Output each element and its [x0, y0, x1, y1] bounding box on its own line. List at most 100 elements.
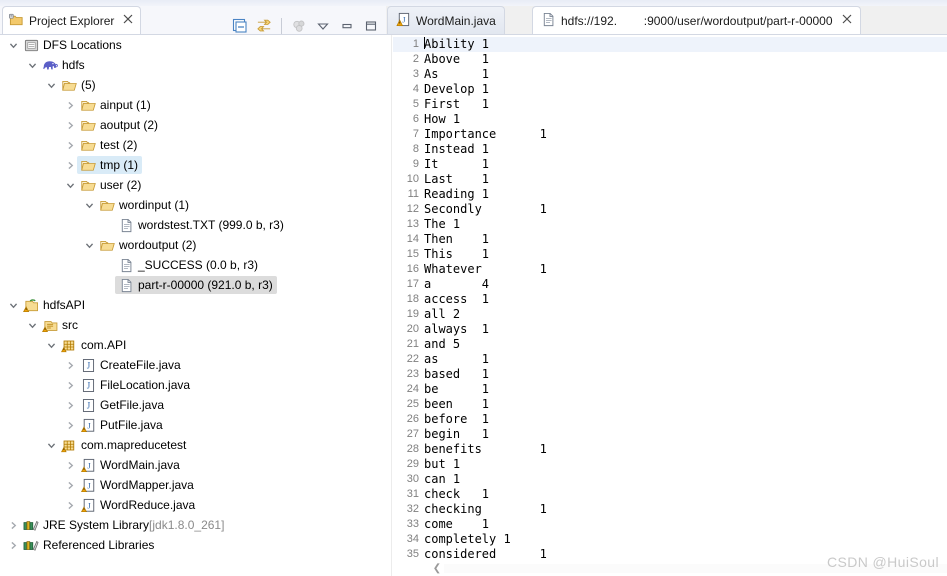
- close-icon[interactable]: [123, 14, 133, 27]
- editor-line[interactable]: 27 begin 1: [393, 427, 947, 442]
- editor-line[interactable]: 18 access 1: [393, 292, 947, 307]
- tree-item-content[interactable]: com.mapreducetest: [58, 436, 190, 454]
- tree-item[interactable]: J FileLocation.java: [0, 375, 386, 395]
- tree-item-content[interactable]: Referenced Libraries: [20, 536, 158, 554]
- tab-wordmain-java[interactable]: J WordMain.java: [387, 6, 505, 34]
- editor-line[interactable]: 9 It 1: [393, 157, 947, 172]
- tree-item-content[interactable]: src: [39, 316, 82, 334]
- tree-item[interactable]: Referenced Libraries: [0, 535, 386, 555]
- tree-item-content[interactable]: user (2): [77, 176, 145, 194]
- scroll-left-icon[interactable]: ❮: [430, 561, 444, 576]
- tree-item-content[interactable]: J CreateFile.java: [77, 356, 185, 374]
- editor-line[interactable]: 6 How 1: [393, 112, 947, 127]
- editor-line[interactable]: 24 be 1: [393, 382, 947, 397]
- tree-item-content[interactable]: _SUCCESS (0.0 b, r3): [115, 256, 262, 274]
- editor-line[interactable]: 29 but 1: [393, 457, 947, 472]
- tree-item-content[interactable]: J WordReduce.java: [77, 496, 199, 514]
- tree-item[interactable]: com.mapreducetest: [0, 435, 386, 455]
- editor-line[interactable]: 5 First 1: [393, 97, 947, 112]
- tree-item[interactable]: J PutFile.java: [0, 415, 386, 435]
- tree-item[interactable]: wordinput (1): [0, 195, 386, 215]
- editor-line[interactable]: 35 considered 1: [393, 547, 947, 560]
- tree-item[interactable]: ainput (1): [0, 95, 386, 115]
- tree-item-content[interactable]: J WordMapper.java: [77, 476, 198, 494]
- tree-item[interactable]: (5): [0, 75, 386, 95]
- close-icon[interactable]: [842, 14, 852, 27]
- editor-line[interactable]: 20 always 1: [393, 322, 947, 337]
- editor-line[interactable]: 16 Whatever 1: [393, 262, 947, 277]
- editor-line[interactable]: 25 been 1: [393, 397, 947, 412]
- tree-item-content[interactable]: wordinput (1): [96, 196, 193, 214]
- editor-line[interactable]: 4 Develop 1: [393, 82, 947, 97]
- chevron-right-icon[interactable]: [63, 455, 77, 475]
- tree-item[interactable]: J CreateFile.java: [0, 355, 386, 375]
- tree-item-content[interactable]: test (2): [77, 136, 141, 154]
- tree-item[interactable]: user (2): [0, 175, 386, 195]
- tab-project-explorer[interactable]: Project Explorer: [2, 6, 142, 34]
- chevron-down-icon[interactable]: [44, 335, 58, 355]
- tree-item-content[interactable]: hdfsAPI: [20, 296, 89, 314]
- editor-line[interactable]: 3 As 1: [393, 67, 947, 82]
- tree-item[interactable]: aoutput (2): [0, 115, 386, 135]
- editor-horizontal-scrollbar[interactable]: ❮: [426, 561, 947, 576]
- editor-line[interactable]: 14 Then 1: [393, 232, 947, 247]
- tree-item-content[interactable]: com.API: [58, 336, 130, 354]
- editor-line[interactable]: 28 benefits 1: [393, 442, 947, 457]
- scrollbar-track[interactable]: [444, 564, 947, 573]
- editor-line[interactable]: 21 and 5: [393, 337, 947, 352]
- tree-item-content[interactable]: hdfs: [39, 56, 89, 74]
- chevron-right-icon[interactable]: [63, 355, 77, 375]
- chevron-right-icon[interactable]: [63, 95, 77, 115]
- editor-line[interactable]: 19 all 2: [393, 307, 947, 322]
- tree-item[interactable]: part-r-00000 (921.0 b, r3): [0, 275, 386, 295]
- editor-line[interactable]: 22 as 1: [393, 352, 947, 367]
- chevron-down-icon[interactable]: [63, 175, 77, 195]
- tree-item[interactable]: hdfs: [0, 55, 386, 75]
- tree-item[interactable]: _SUCCESS (0.0 b, r3): [0, 255, 386, 275]
- editor-line[interactable]: 30 can 1: [393, 472, 947, 487]
- tree-item[interactable]: J GetFile.java: [0, 395, 386, 415]
- chevron-right-icon[interactable]: [63, 135, 77, 155]
- chevron-right-icon[interactable]: [63, 495, 77, 515]
- tree-item-content[interactable]: (5): [58, 76, 100, 94]
- tree-item[interactable]: com.API: [0, 335, 386, 355]
- chevron-right-icon[interactable]: [63, 395, 77, 415]
- tree-item-content[interactable]: J WordMain.java: [77, 456, 184, 474]
- tree-item-content[interactable]: JRE System Library [jdk1.8.0_261]: [20, 516, 228, 534]
- chevron-right-icon[interactable]: [63, 415, 77, 435]
- editor-line[interactable]: 8 Instead 1: [393, 142, 947, 157]
- project-tree[interactable]: DFS Locations hdfs (5) ainput (1) aoutput (2…: [0, 34, 386, 576]
- tree-item[interactable]: JRE System Library [jdk1.8.0_261]: [0, 515, 386, 535]
- editor-line[interactable]: 15 This 1: [393, 247, 947, 262]
- chevron-right-icon[interactable]: [63, 115, 77, 135]
- chevron-down-icon[interactable]: [44, 435, 58, 455]
- editor-content[interactable]: 1 Ability 1 2 Above 1 3 As 1 4 Develop 1 5 First …: [393, 37, 947, 560]
- editor-line[interactable]: 26 before 1: [393, 412, 947, 427]
- editor-line[interactable]: 31 check 1: [393, 487, 947, 502]
- tree-item[interactable]: src: [0, 315, 386, 335]
- tree-item-content[interactable]: tmp (1): [77, 156, 143, 174]
- text-editor[interactable]: 1 Ability 1 2 Above 1 3 As 1 4 Develop 1 5 First …: [386, 34, 947, 576]
- tree-item[interactable]: J WordReduce.java: [0, 495, 386, 515]
- tree-item-content[interactable]: wordoutput (2): [96, 236, 200, 254]
- tree-item-content[interactable]: J GetFile.java: [77, 396, 168, 414]
- editor-line[interactable]: 17 a 4: [393, 277, 947, 292]
- chevron-right-icon[interactable]: [63, 155, 77, 175]
- chevron-right-icon[interactable]: [63, 375, 77, 395]
- chevron-right-icon[interactable]: [6, 515, 20, 535]
- tree-item-content[interactable]: J PutFile.java: [77, 416, 167, 434]
- tree-item[interactable]: J WordMain.java: [0, 455, 386, 475]
- tree-item-content[interactable]: wordstest.TXT (999.0 b, r3): [115, 216, 288, 234]
- tree-item[interactable]: test (2): [0, 135, 386, 155]
- chevron-right-icon[interactable]: [63, 475, 77, 495]
- editor-line[interactable]: 23 based 1: [393, 367, 947, 382]
- tree-item-content[interactable]: ainput (1): [77, 96, 155, 114]
- editor-line[interactable]: 32 checking 1: [393, 502, 947, 517]
- tree-item[interactable]: DFS Locations: [0, 35, 386, 55]
- tree-item-content[interactable]: aoutput (2): [77, 116, 162, 134]
- tree-item[interactable]: hdfsAPI: [0, 295, 386, 315]
- chevron-down-icon[interactable]: [44, 75, 58, 95]
- chevron-down-icon[interactable]: [82, 195, 96, 215]
- chevron-down-icon[interactable]: [6, 35, 20, 55]
- tab-part-r-00000[interactable]: hdfs://192.1 1 1:9000/user/wordoutput/pa…: [532, 6, 861, 34]
